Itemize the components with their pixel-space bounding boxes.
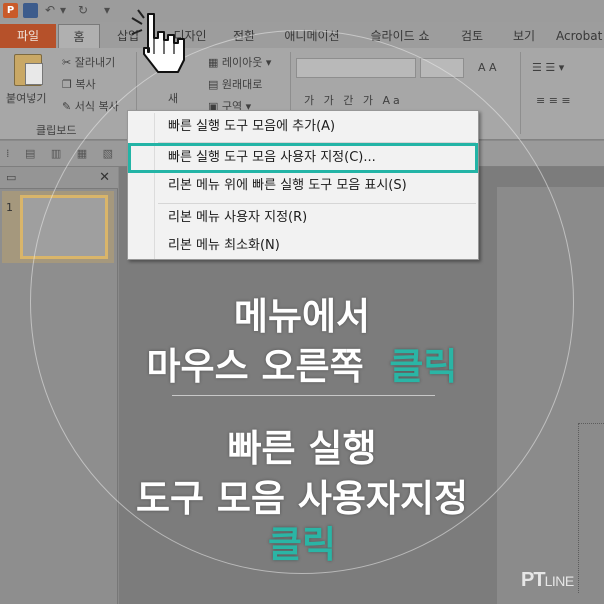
redo-icon[interactable]: ↻ (78, 3, 88, 18)
font-grow-shrink-buttons[interactable]: A A (478, 61, 497, 75)
title-bar: P ↶ ▾ ↻ ▾ (0, 0, 604, 22)
slide-number: 1 (6, 201, 13, 214)
copy-icon: ❐ (62, 78, 76, 91)
clipboard-group-label: 클립보드 (36, 124, 77, 137)
menu-separator (158, 203, 476, 204)
instruction-accent-click: 클릭 (389, 345, 458, 388)
tab-review[interactable]: 검토 (452, 24, 492, 48)
save-icon[interactable] (23, 3, 38, 18)
menu-item-customize-ribbon[interactable]: 리본 메뉴 사용자 지정(R) (168, 209, 307, 227)
tab-home[interactable]: 홈 (58, 24, 100, 48)
pointing-hand-cursor-icon (131, 9, 185, 73)
brush-icon: ✎ (62, 100, 75, 113)
paste-button-label[interactable]: 붙여넣기 (6, 92, 46, 106)
paste-icon[interactable] (14, 54, 43, 86)
align-buttons[interactable]: ≡ ≡ ≡ (536, 94, 571, 108)
quick-access-customize-button[interactable]: ▾ (104, 3, 110, 18)
ptline-logo: PTLINE (521, 569, 574, 591)
copy-button[interactable]: ❐ 복사 (62, 78, 96, 92)
scissors-icon: ✂ (62, 56, 75, 69)
undo-dropdown-icon[interactable]: ▾ (60, 3, 66, 18)
tab-view[interactable]: 보기 (504, 24, 544, 48)
tab-file[interactable]: 파일 (0, 24, 56, 48)
menu-item-add-to-quick-access[interactable]: 빠른 실행 도구 모음에 추가(A) (168, 118, 335, 136)
instruction-accent-click-2: 클릭 (267, 523, 337, 566)
instruction-line-2: 마우스 오른쪽 클릭 (0, 336, 604, 390)
undo-icon[interactable]: ↶ (45, 3, 55, 18)
menu-item-minimize-ribbon[interactable]: 리본 메뉴 최소화(N) (168, 237, 280, 255)
ribbon-separator (520, 52, 521, 134)
instruction-line-1: 메뉴에서 (233, 295, 371, 338)
powerpoint-app-icon[interactable]: P (3, 3, 18, 18)
tab-acrobat[interactable]: Acrobat (556, 24, 604, 48)
menu-item-show-quick-access-above[interactable]: 리본 메뉴 위에 빠른 실행 도구 모음 표시(S) (168, 177, 407, 195)
cut-button[interactable]: ✂ 잘라내기 (62, 56, 115, 70)
menu-item-highlight-box (128, 143, 478, 173)
instruction-line-2-text: 마우스 오른쪽 (146, 345, 364, 388)
slides-tab-icon[interactable]: ▭ (6, 171, 16, 185)
menu-gutter (154, 113, 155, 259)
quick-access-context-menu: 빠른 실행 도구 모음에 추가(A) 빠른 실행 도구 모음 사용자 지정(C)… (127, 110, 479, 260)
instruction-line-3: 빠른 실행 (227, 427, 377, 470)
instruction-divider (172, 395, 435, 396)
list-buttons[interactable]: ☰ ☰ ▾ (532, 61, 564, 75)
